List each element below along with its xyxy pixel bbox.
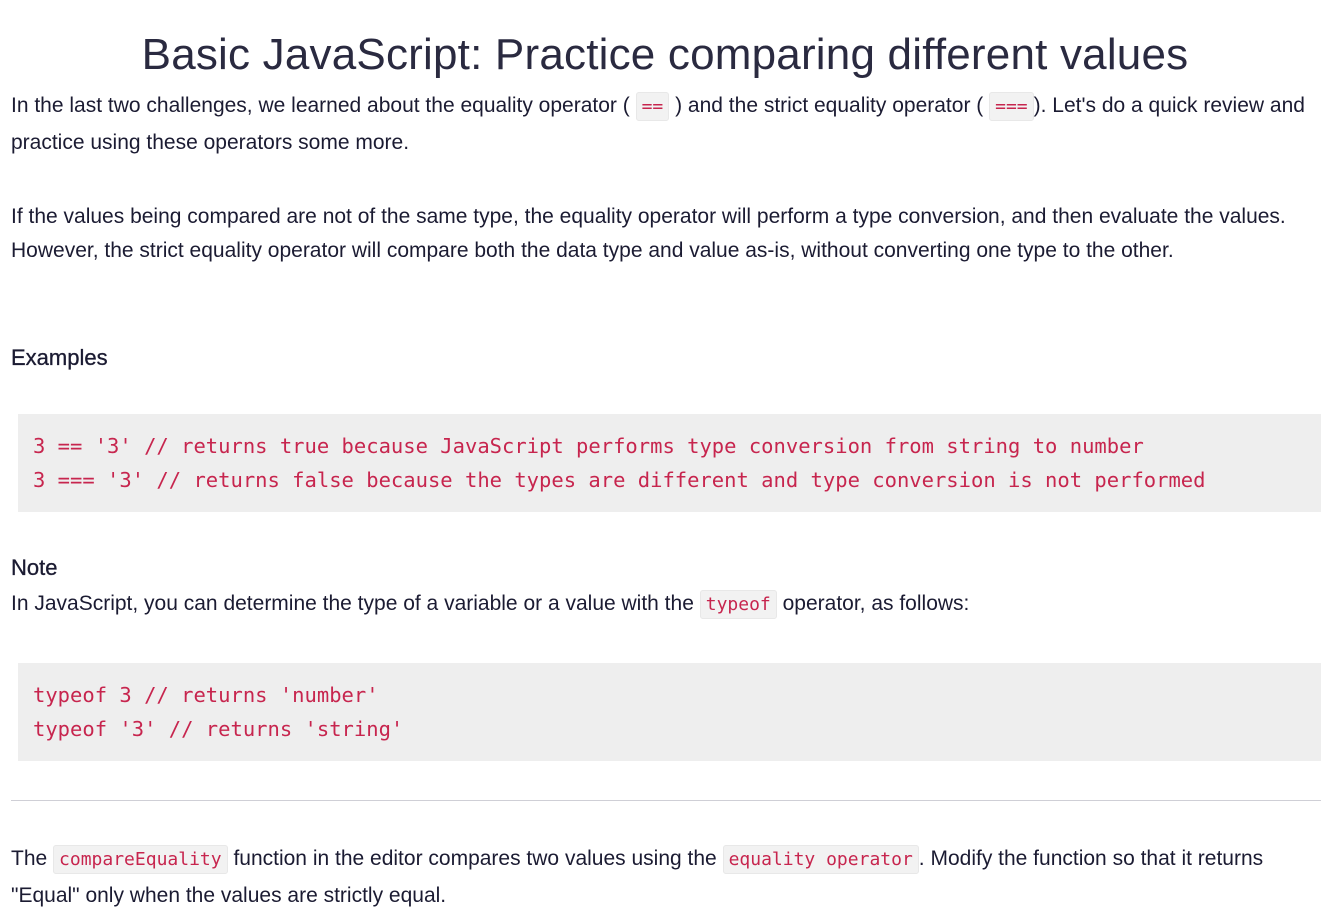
strict-equality-operator-code: === [989, 92, 1034, 121]
instructions-paragraph: The compareEquality function in the edit… [11, 841, 1317, 914]
note-text-1: In JavaScript, you can determine the typ… [11, 592, 694, 615]
compare-equality-code: compareEquality [53, 845, 228, 874]
intro-text-1: In the last two challenges, we learned a… [11, 94, 630, 117]
note-heading: Note [11, 555, 58, 580]
examples-heading: Examples [11, 345, 108, 370]
note-text-2: operator, as follows: [782, 592, 970, 615]
equality-operator-code: == [635, 92, 670, 121]
equality-operator-inline-code: equality operator [722, 845, 919, 874]
typeof-code: typeof [699, 590, 777, 619]
intro-text-2: ) and the strict equality operator ( [675, 94, 984, 117]
intro-paragraph: In the last two challenges, we learned a… [11, 88, 1317, 161]
code-line: typeof '3' // returns 'string' [33, 717, 404, 741]
instructions-text-2: function in the editor compares two valu… [233, 847, 717, 870]
typeof-code-block: typeof 3 // returns 'number' typeof '3' /… [18, 663, 1321, 761]
instructions-text-1: The [11, 847, 48, 870]
explanation-paragraph: If the values being compared are not of … [11, 205, 1286, 262]
code-line: typeof 3 // returns 'number' [33, 683, 379, 707]
code-line: 3 == '3' // returns true because JavaScr… [33, 434, 1144, 458]
note-paragraph: In JavaScript, you can determine the typ… [11, 586, 1317, 623]
challenge-description: Basic JavaScript: Practice comparing dif… [0, 0, 1326, 915]
examples-code-block: 3 == '3' // returns true because JavaScr… [18, 414, 1321, 512]
section-divider [11, 800, 1321, 801]
page-title: Basic JavaScript: Practice comparing dif… [141, 30, 1189, 80]
code-line: 3 === '3' // returns false because the t… [33, 468, 1206, 492]
